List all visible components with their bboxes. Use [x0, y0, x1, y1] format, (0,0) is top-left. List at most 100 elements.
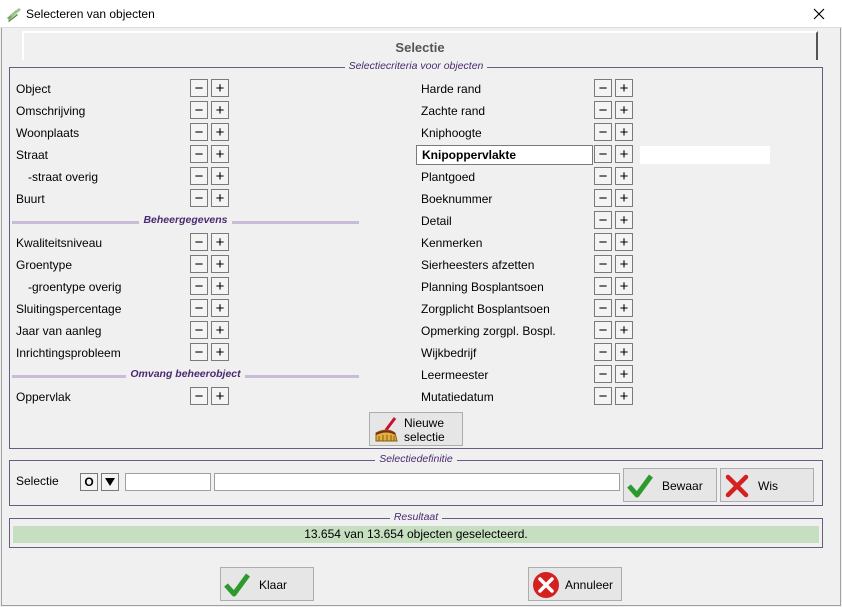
plus-button[interactable]: + — [615, 233, 633, 251]
definition-label: Selectie — [16, 474, 59, 488]
criteria-label: Detail — [421, 214, 452, 228]
minus-button[interactable]: − — [594, 277, 612, 295]
criteria-label: Kniphoogte — [421, 126, 482, 140]
criteria-legend: Selectiecriteria voor objecten — [10, 60, 822, 72]
tab-label: Selectie — [395, 40, 445, 55]
criteria-label: Planning Bosplantsoen — [421, 280, 544, 294]
minus-button[interactable]: − — [190, 167, 208, 185]
minus-button[interactable]: − — [594, 365, 612, 383]
criteria-row: Detail − + — [421, 211, 635, 231]
minus-button[interactable]: − — [594, 233, 612, 251]
criteria-row: Oppervlak − + — [16, 387, 230, 407]
plus-button[interactable]: + — [615, 79, 633, 97]
criteria-row: -straat overig − + — [16, 167, 230, 187]
minus-button[interactable]: − — [190, 277, 208, 295]
new-selection-button[interactable]: Nieuwe selectie — [369, 412, 463, 446]
criteria-row: Zachte rand − + — [421, 101, 635, 121]
plus-button[interactable]: + — [615, 299, 633, 317]
plus-button[interactable]: + — [211, 233, 229, 251]
close-window-button[interactable] — [796, 0, 842, 28]
minus-button[interactable]: − — [190, 189, 208, 207]
plus-button[interactable]: + — [615, 321, 633, 339]
minus-button[interactable]: − — [190, 343, 208, 361]
criteria-value-field[interactable] — [640, 146, 770, 164]
minus-button[interactable]: − — [594, 167, 612, 185]
plus-button[interactable]: + — [211, 189, 229, 207]
criteria-row: Woonplaats − + — [16, 123, 230, 143]
plus-button[interactable]: + — [615, 277, 633, 295]
broom-icon — [375, 417, 398, 442]
plus-button[interactable]: + — [615, 145, 633, 163]
plus-button[interactable]: + — [211, 321, 229, 339]
criteria-row: Wijkbedrijf − + — [421, 343, 635, 363]
criteria-row: Harde rand − + — [421, 79, 635, 99]
criteria-row: Groentype − + — [16, 255, 230, 275]
plus-button[interactable]: + — [211, 343, 229, 361]
plus-button[interactable]: + — [211, 123, 229, 141]
minus-button[interactable]: − — [594, 79, 612, 97]
criteria-label: Opmerking zorgpl. Bospl. — [421, 324, 556, 338]
plus-button[interactable]: + — [211, 255, 229, 273]
minus-button[interactable]: − — [190, 321, 208, 339]
result-legend: Resultaat — [10, 511, 822, 523]
minus-button[interactable]: − — [594, 211, 612, 229]
minus-button[interactable]: − — [190, 255, 208, 273]
plus-button[interactable]: + — [211, 101, 229, 119]
minus-button[interactable]: − — [594, 123, 612, 141]
active-criteria-field[interactable]: Knipoppervlakte — [416, 145, 593, 165]
operator-dropdown-button[interactable] — [101, 473, 119, 491]
ok-button[interactable]: Klaar — [220, 567, 314, 601]
minus-button[interactable]: − — [594, 299, 612, 317]
criteria-label: Buurt — [16, 192, 45, 206]
minus-button[interactable]: − — [190, 145, 208, 163]
criteria-label: Boeknummer — [421, 192, 493, 206]
save-button[interactable]: Bewaar — [623, 468, 717, 502]
minus-button[interactable]: − — [594, 189, 612, 207]
minus-button[interactable]: − — [594, 321, 612, 339]
selection-short-field[interactable] — [125, 473, 211, 491]
plus-button[interactable]: + — [615, 255, 633, 273]
plus-button[interactable]: + — [211, 167, 229, 185]
plus-button[interactable]: + — [615, 365, 633, 383]
close-icon — [813, 8, 825, 20]
selection-expression-field[interactable] — [214, 473, 620, 491]
plus-button[interactable]: + — [615, 101, 633, 119]
minus-button[interactable]: − — [190, 233, 208, 251]
plus-button[interactable]: + — [615, 167, 633, 185]
tab-selectie[interactable]: Selectie — [22, 31, 818, 60]
plus-button[interactable]: + — [615, 123, 633, 141]
red-cross-icon — [725, 474, 749, 498]
plus-button[interactable]: + — [615, 211, 633, 229]
minus-button[interactable]: − — [190, 123, 208, 141]
clear-label: Wis — [758, 479, 778, 493]
criteria-label: Oppervlak — [16, 390, 71, 404]
minus-button[interactable]: − — [190, 299, 208, 317]
minus-button[interactable]: − — [190, 101, 208, 119]
plus-button[interactable]: + — [615, 189, 633, 207]
criteria-row: Planning Bosplantsoen − + — [421, 277, 635, 297]
criteria-row: Mutatiedatum − + — [421, 387, 635, 407]
plus-button[interactable]: + — [211, 277, 229, 295]
new-selection-label-1: Nieuwe — [404, 416, 445, 430]
criteria-row: Zorgplicht Bosplantsoen − + — [421, 299, 635, 319]
operator-button[interactable]: O — [80, 473, 98, 491]
minus-button[interactable]: − — [190, 79, 208, 97]
criteria-row-active: Knipoppervlakte − + — [416, 145, 635, 165]
minus-button[interactable]: − — [594, 145, 612, 163]
criteria-label: Kenmerken — [421, 236, 483, 250]
minus-button[interactable]: − — [594, 101, 612, 119]
result-text: 13.654 van 13.654 objecten geselecteerd. — [13, 526, 819, 543]
cancel-button[interactable]: Annuleer — [528, 567, 622, 601]
clear-button[interactable]: Wis — [720, 468, 814, 502]
minus-button[interactable]: − — [594, 387, 612, 405]
plus-button[interactable]: + — [615, 343, 633, 361]
plus-button[interactable]: + — [211, 299, 229, 317]
plus-button[interactable]: + — [211, 387, 229, 405]
save-label: Bewaar — [662, 479, 703, 493]
minus-button[interactable]: − — [594, 255, 612, 273]
minus-button[interactable]: − — [594, 343, 612, 361]
plus-button[interactable]: + — [211, 79, 229, 97]
plus-button[interactable]: + — [615, 387, 633, 405]
minus-button[interactable]: − — [190, 387, 208, 405]
plus-button[interactable]: + — [211, 145, 229, 163]
